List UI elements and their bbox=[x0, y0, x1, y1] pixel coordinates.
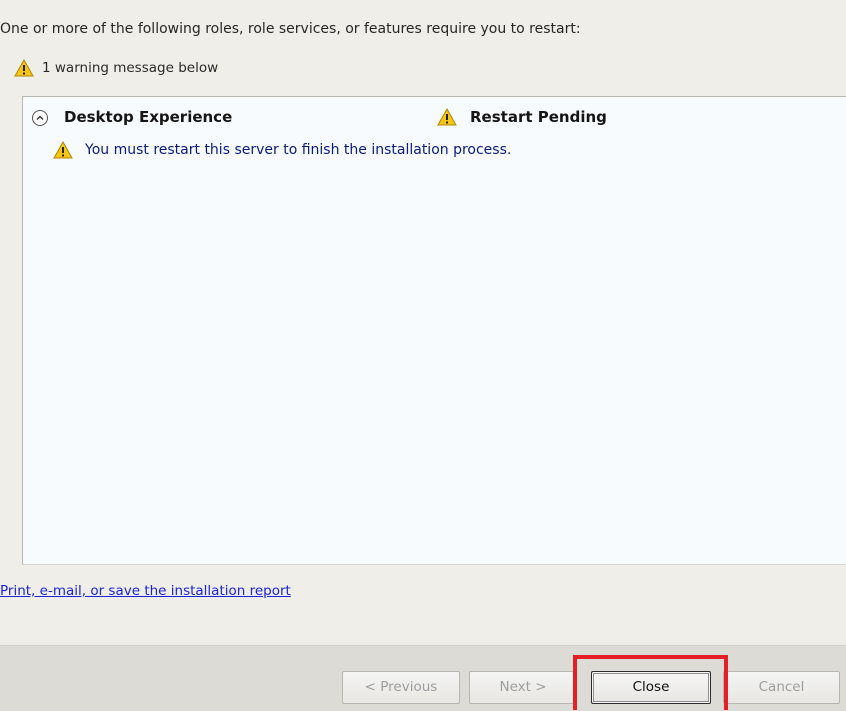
status-text: Restart Pending bbox=[470, 108, 607, 126]
next-button[interactable]: Next > bbox=[469, 671, 577, 704]
warning-icon bbox=[437, 108, 457, 126]
wizard-button-bar: < Previous Next > Close Cancel bbox=[0, 645, 846, 711]
warning-summary-text: 1 warning message below bbox=[42, 60, 219, 76]
warning-icon bbox=[53, 141, 73, 159]
previous-button[interactable]: < Previous bbox=[342, 671, 460, 704]
chevron-up-circle-icon[interactable] bbox=[32, 110, 48, 126]
feature-row-desktop-experience: Desktop Experience Restart Pending bbox=[23, 107, 846, 129]
close-button[interactable]: Close bbox=[591, 671, 711, 704]
result-message-row: You must restart this server to finish t… bbox=[23, 141, 846, 163]
warning-summary: 1 warning message below bbox=[14, 59, 218, 77]
results-panel: Desktop Experience Restart Pending You m… bbox=[22, 96, 846, 565]
restart-required-notice: One or more of the following roles, role… bbox=[0, 21, 581, 37]
result-message: You must restart this server to finish t… bbox=[85, 142, 512, 158]
feature-name: Desktop Experience bbox=[64, 108, 233, 126]
installation-report-link[interactable]: Print, e-mail, or save the installation … bbox=[0, 583, 291, 599]
warning-icon bbox=[14, 59, 34, 77]
cancel-button[interactable]: Cancel bbox=[723, 671, 840, 704]
